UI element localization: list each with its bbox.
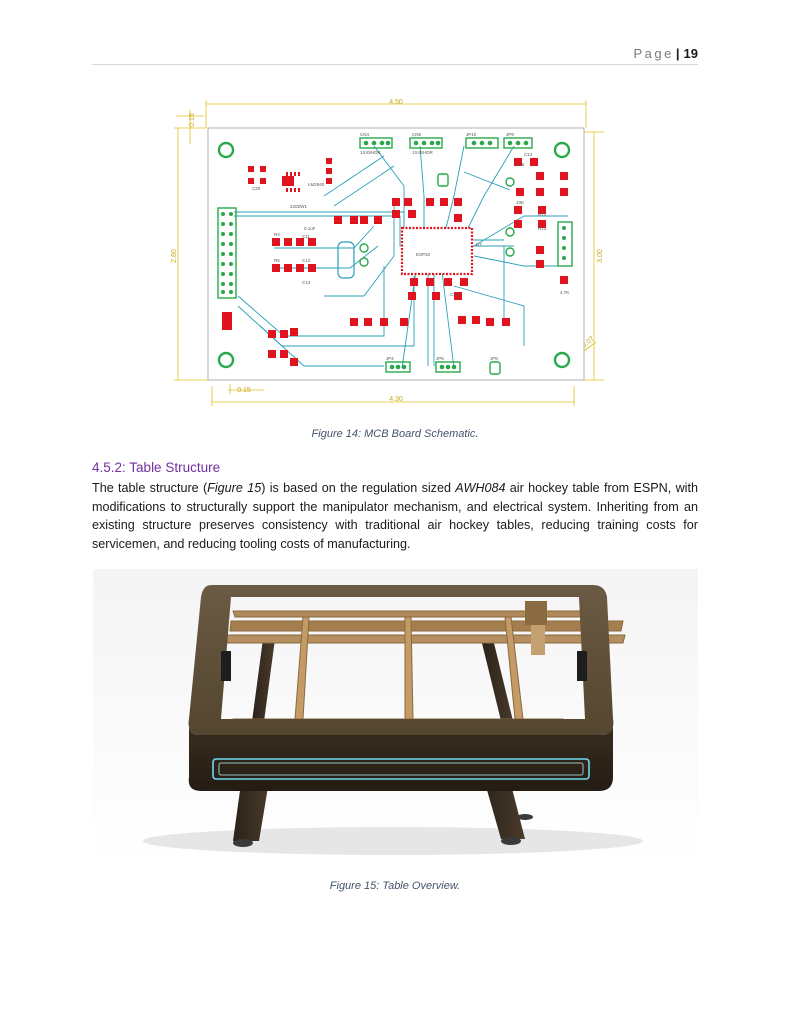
label-net-12: C20 xyxy=(252,186,261,191)
para-text-2: ) is based on the regulation sized xyxy=(261,481,456,495)
label-cn4: CN4 xyxy=(360,132,369,137)
label-net-10: C15 xyxy=(450,292,459,297)
figure-15-caption: Figure 15: Table Overview. xyxy=(329,880,461,892)
label-net-2: U7 xyxy=(476,242,482,247)
label-net-14: R5 xyxy=(274,258,280,263)
dim-top-margin: 0.15 xyxy=(189,113,196,127)
label-net-18: 4.7K xyxy=(560,290,569,295)
label-net-17: 10K xyxy=(516,200,524,205)
body-paragraph: The table structure (Figure 15) is based… xyxy=(92,479,698,553)
label-jp8: JP8 xyxy=(490,356,498,361)
label-jp10: JP10 xyxy=(466,132,477,137)
dim-bottom-margin: 0.15 xyxy=(237,387,251,394)
label-net-9: C14 xyxy=(524,152,533,157)
label-net-19: 0.1uF xyxy=(304,226,316,231)
dim-right-height: 3.00 xyxy=(597,249,604,263)
label-net-1: 1X4SHDR xyxy=(412,150,434,155)
mcu-chip xyxy=(400,226,474,276)
label-cn6: CN6 xyxy=(412,132,421,137)
label-net-0: 1X4SHDR xyxy=(360,150,382,155)
board-outline xyxy=(207,127,585,381)
label-net-8: C13 xyxy=(302,280,311,285)
page-number-label: Page | 19 xyxy=(634,46,698,61)
dim-top-width: 4.50 xyxy=(389,99,403,106)
label-jp5: JP5 xyxy=(436,356,444,361)
figure-14-pcb-schematic: 4.50 4.30 2.80 3.00 0.15 0.15 0.07 CN4 C… xyxy=(164,96,604,410)
dim-bottom-width: 4.30 xyxy=(389,396,403,403)
label-net-13: R4 xyxy=(274,232,280,237)
label-net-5: 220ZW1 xyxy=(290,204,308,209)
label-net-15: R12 xyxy=(538,212,547,217)
section-title: Table Structure xyxy=(129,460,221,475)
section-heading: 4.5.2: Table Structure xyxy=(92,460,220,475)
page-word: Page xyxy=(633,46,674,61)
label-net-16: R13 xyxy=(538,226,547,231)
label-jp4: JP4 xyxy=(386,356,394,361)
para-text-1: The table structure ( xyxy=(92,481,208,495)
page-separator: | xyxy=(675,46,680,61)
label-net-6: C11 xyxy=(302,234,310,239)
dim-left-height: 2.80 xyxy=(171,249,178,263)
page-number: 19 xyxy=(683,46,698,61)
section-number: 4.5.2: xyxy=(92,460,126,475)
table-model-name: AWH084 xyxy=(455,481,506,495)
label-net-4: LM2940 xyxy=(308,182,325,187)
label-jp9: JP9 xyxy=(506,132,514,137)
label-net-11: C16 xyxy=(516,162,525,167)
page-header: Page | 19 xyxy=(92,46,698,65)
label-net-7: C12 xyxy=(302,258,311,263)
figure-15-reference: Figure 15 xyxy=(207,481,262,495)
label-net-3: ESP32 xyxy=(416,252,431,257)
figure-14-caption: Figure 14: MCB Board Schematic. xyxy=(311,428,479,440)
figure-15-table-render xyxy=(93,569,698,862)
